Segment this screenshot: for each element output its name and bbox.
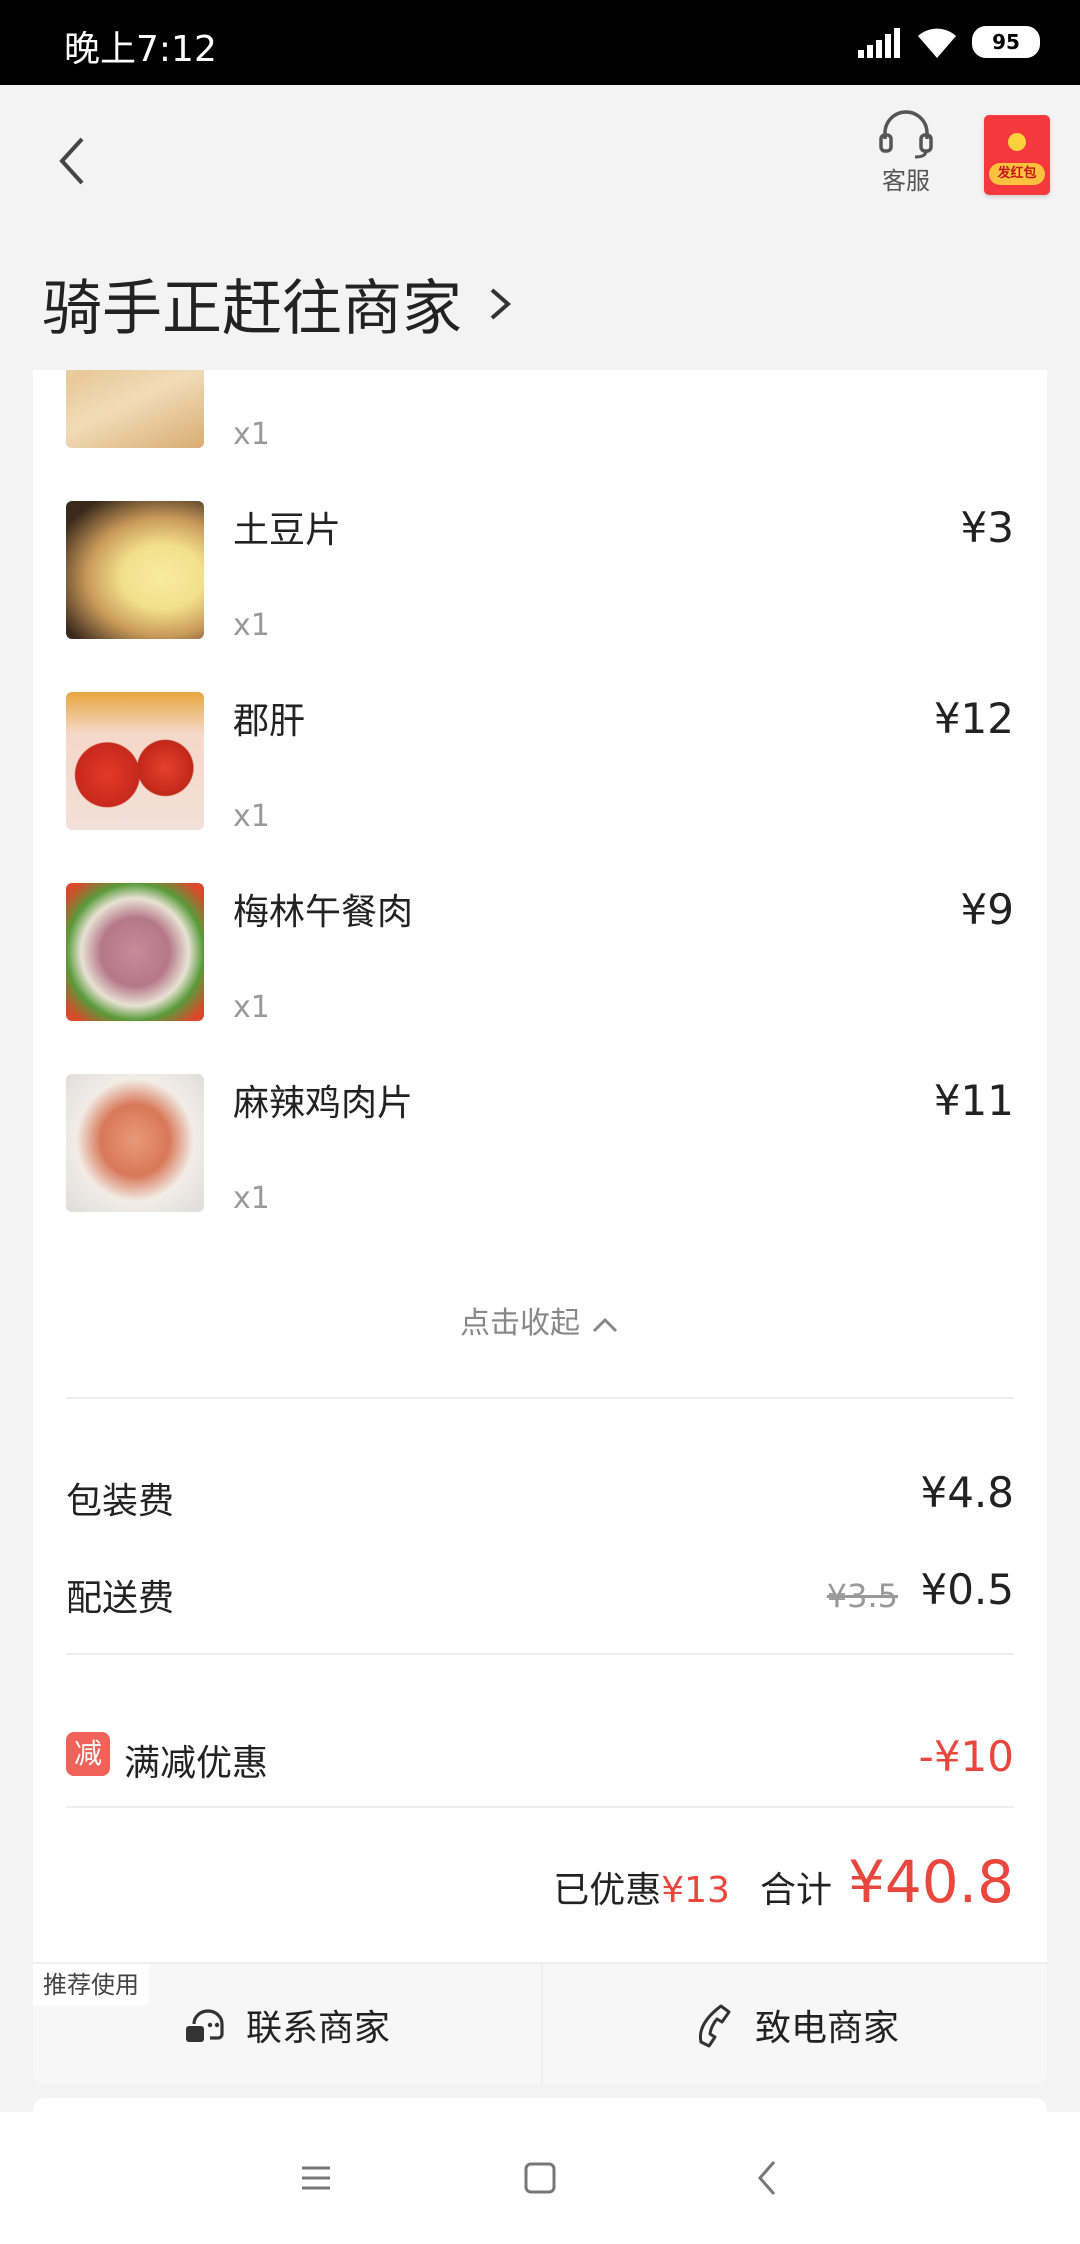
item-price: ¥12	[933, 694, 1014, 743]
saved-value: ¥13	[661, 1870, 730, 1911]
back-arrow-icon[interactable]	[48, 121, 98, 201]
redpacket-label: 发红包	[989, 163, 1045, 185]
item-image	[66, 883, 204, 1021]
wifi-icon	[918, 28, 956, 58]
delivery-fee-label: 配送费	[66, 1578, 175, 1619]
item-image	[66, 501, 204, 639]
discount-tag: 减	[66, 1732, 110, 1776]
item-image	[66, 692, 204, 830]
chat-icon	[185, 2009, 224, 2042]
recommend-tag: 推荐使用	[33, 1964, 149, 2006]
send-redpacket-button[interactable]: 发红包	[984, 115, 1050, 195]
divider	[66, 1653, 1014, 1655]
signal-icon	[858, 28, 900, 58]
home-icon[interactable]	[512, 2150, 568, 2206]
order-item: 土豆片 ¥3 x1	[33, 483, 1047, 674]
discount-label: 满减优惠	[124, 1743, 269, 1784]
packaging-fee-row: 包装费 ¥4.8	[66, 1462, 1014, 1522]
item-price: ¥3	[960, 503, 1014, 552]
item-price: ¥11	[933, 1076, 1014, 1125]
order-detail-card: 见物 ¥5 x1 土豆片 ¥3 x1 郡肝 ¥12 x1 梅林午餐肉 ¥9 x1…	[33, 370, 1047, 2084]
header: 客服 发红包 骑手正赶往商家	[0, 85, 1080, 370]
discount-value: -¥10	[918, 1732, 1014, 1781]
contact-merchant-label: 联系商家	[245, 2008, 390, 2049]
item-name: 土豆片	[233, 510, 342, 551]
order-total: 已优惠 ¥13 合计 ¥40.8	[553, 1848, 1014, 1916]
item-qty: x1	[233, 1181, 270, 1216]
discount-row: 减 满减优惠 -¥10	[66, 1726, 1014, 1786]
chevron-up-icon	[592, 1317, 618, 1332]
total-label: 合计	[759, 1870, 832, 1911]
phone-icon	[698, 2004, 731, 2048]
status-bar: 晚上7:12 95	[0, 0, 1080, 85]
delivery-fee-value: ¥0.5	[920, 1565, 1014, 1614]
order-item: 梅林午餐肉 ¥9 x1	[33, 865, 1047, 1056]
divider	[66, 1397, 1014, 1399]
chevron-right-icon	[490, 287, 512, 320]
item-name: 郡肝	[233, 701, 306, 742]
customer-service-label: 客服	[882, 167, 930, 195]
item-qty: x1	[233, 608, 270, 643]
delivery-fee-row: 配送费 ¥3.5 ¥0.5	[66, 1559, 1014, 1619]
call-merchant-button[interactable]: 致电商家	[541, 1964, 1047, 2084]
order-item: 麻辣鸡肉片 ¥11 x1	[33, 1056, 1047, 1247]
merchant-actions: 联系商家 致电商家 推荐使用	[33, 1962, 1047, 2084]
delivery-fee-original: ¥3.5	[826, 1577, 898, 1615]
status-time: 晚上7:12	[64, 29, 217, 70]
item-price: ¥9	[960, 885, 1014, 934]
collapse-label: 点击收起	[460, 1306, 580, 1341]
item-name: 麻辣鸡肉片	[233, 1083, 414, 1124]
packaging-fee-value: ¥4.8	[920, 1468, 1014, 1517]
item-qty: x1	[233, 417, 270, 452]
customer-service-button[interactable]: 客服	[866, 109, 946, 196]
item-name: 梅林午餐肉	[233, 892, 414, 933]
coin-icon	[1008, 133, 1026, 151]
order-item: 见物 ¥5 x1	[33, 370, 1047, 483]
item-qty: x1	[233, 799, 270, 834]
saved-label: 已优惠	[553, 1870, 662, 1911]
back-icon[interactable]	[740, 2150, 796, 2206]
order-status-title[interactable]: 骑手正赶往商家	[42, 260, 520, 347]
packaging-fee-label: 包装费	[66, 1481, 175, 1522]
item-qty: x1	[233, 990, 270, 1025]
menu-icon[interactable]	[288, 2150, 344, 2206]
divider	[66, 1806, 1014, 1808]
item-image	[66, 1074, 204, 1212]
item-image	[66, 370, 204, 448]
call-merchant-label: 致电商家	[754, 2008, 899, 2049]
headset-icon	[879, 110, 933, 159]
system-nav-bar	[0, 2112, 1080, 2244]
total-value: ¥40.8	[847, 1848, 1014, 1916]
battery-indicator: 95	[972, 26, 1040, 58]
order-items-list: 见物 ¥5 x1 土豆片 ¥3 x1 郡肝 ¥12 x1 梅林午餐肉 ¥9 x1…	[33, 370, 1047, 1247]
order-status-text: 骑手正赶往商家	[42, 274, 462, 344]
order-item: 郡肝 ¥12 x1	[33, 674, 1047, 865]
collapse-button[interactable]: 点击收起	[33, 1298, 1047, 1342]
